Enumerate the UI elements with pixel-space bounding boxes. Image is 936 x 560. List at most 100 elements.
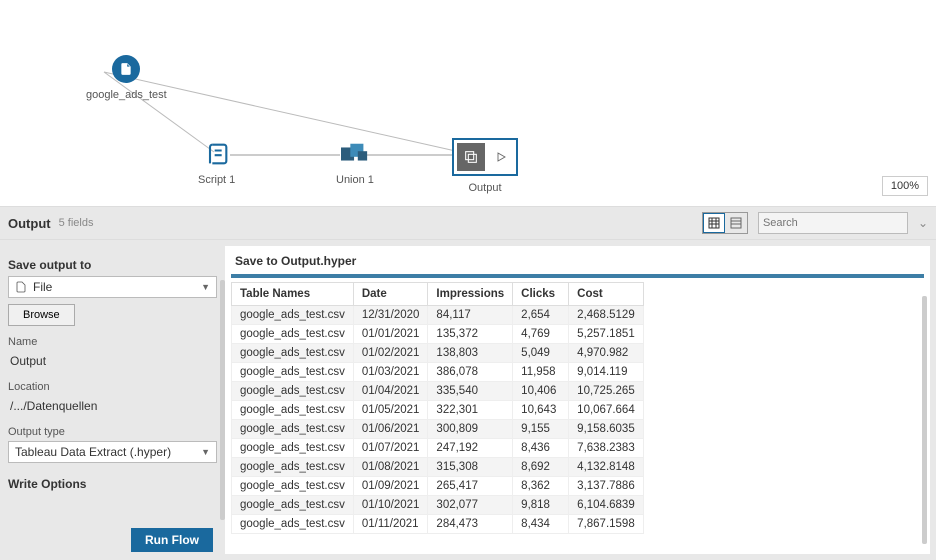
- output-settings-panel: Save output to File ▼ Browse Name Output…: [0, 240, 225, 560]
- flow-canvas[interactable]: google_ads_test Script 1 Union 1 Output …: [0, 0, 936, 206]
- table-cell: 9,158.6035: [569, 420, 644, 439]
- write-options-label: Write Options: [8, 477, 217, 491]
- table-cell: 8,434: [513, 515, 569, 534]
- node-label: Output: [468, 182, 501, 194]
- table-cell: 01/03/2021: [353, 363, 428, 382]
- table-row[interactable]: google_ads_test.csv01/09/2021265,4178,36…: [232, 477, 644, 496]
- table-row[interactable]: google_ads_test.csv01/08/2021315,3088,69…: [232, 458, 644, 477]
- output-preview-panel: Save to Output.hyper Table NamesDateImpr…: [225, 246, 930, 554]
- field-count: 5 fields: [59, 217, 94, 229]
- table-cell: 10,725.265: [569, 382, 644, 401]
- output-stack-icon: [457, 143, 485, 171]
- table-cell: 01/10/2021: [353, 496, 428, 515]
- table-cell: 10,067.664: [569, 401, 644, 420]
- table-row[interactable]: google_ads_test.csv01/10/2021302,0779,81…: [232, 496, 644, 515]
- union-icon: [341, 140, 369, 168]
- table-cell: 01/01/2021: [353, 325, 428, 344]
- output-toolbar: Output 5 fields ⌄: [0, 206, 936, 240]
- table-row[interactable]: google_ads_test.csv01/06/2021300,8099,15…: [232, 420, 644, 439]
- table-cell: 8,692: [513, 458, 569, 477]
- table-cell: 9,014.119: [569, 363, 644, 382]
- table-cell: 84,117: [428, 306, 513, 325]
- table-cell: google_ads_test.csv: [232, 439, 354, 458]
- table-row[interactable]: google_ads_test.csv01/11/2021284,4738,43…: [232, 515, 644, 534]
- save-output-label: Save output to: [8, 258, 217, 272]
- name-label: Name: [8, 336, 217, 348]
- node-output[interactable]: Output: [452, 138, 518, 194]
- table-cell: 5,257.1851: [569, 325, 644, 344]
- location-value: /.../Datenquellen: [8, 396, 217, 416]
- table-cell: google_ads_test.csv: [232, 344, 354, 363]
- table-row[interactable]: google_ads_test.csv01/02/2021138,8035,04…: [232, 344, 644, 363]
- table-row[interactable]: google_ads_test.csv01/03/2021386,07811,9…: [232, 363, 644, 382]
- node-label: google_ads_test: [86, 89, 167, 101]
- table-cell: google_ads_test.csv: [232, 325, 354, 344]
- script-icon: [203, 140, 231, 168]
- table-cell: google_ads_test.csv: [232, 515, 354, 534]
- table-cell: 01/06/2021: [353, 420, 428, 439]
- table-cell: google_ads_test.csv: [232, 458, 354, 477]
- name-value: Output: [8, 351, 217, 371]
- table-cell: 10,643: [513, 401, 569, 420]
- table-cell: google_ads_test.csv: [232, 382, 354, 401]
- run-flow-button[interactable]: Run Flow: [131, 528, 213, 552]
- chevron-down-icon[interactable]: ⌄: [918, 216, 928, 230]
- column-header[interactable]: Table Names: [232, 283, 354, 306]
- table-cell: 322,301: [428, 401, 513, 420]
- search-box[interactable]: [758, 212, 908, 234]
- table-cell: 4,132.8148: [569, 458, 644, 477]
- file-icon: [15, 281, 27, 293]
- node-label: Union 1: [336, 174, 374, 186]
- column-header[interactable]: Date: [353, 283, 428, 306]
- search-input[interactable]: [763, 217, 905, 229]
- zoom-level[interactable]: 100%: [882, 176, 928, 196]
- node-union[interactable]: Union 1: [336, 140, 374, 186]
- table-cell: 11,958: [513, 363, 569, 382]
- column-header[interactable]: Impressions: [428, 283, 513, 306]
- output-type-dropdown[interactable]: Tableau Data Extract (.hyper) ▼: [8, 441, 217, 463]
- table-cell: 2,654: [513, 306, 569, 325]
- play-icon[interactable]: [489, 145, 513, 169]
- table-cell: 2,468.5129: [569, 306, 644, 325]
- table-cell: 9,818: [513, 496, 569, 515]
- table-cell: 6,104.6839: [569, 496, 644, 515]
- browse-button[interactable]: Browse: [8, 304, 75, 326]
- node-script[interactable]: Script 1: [198, 140, 235, 186]
- column-header[interactable]: Clicks: [513, 283, 569, 306]
- table-cell: 3,137.7886: [569, 477, 644, 496]
- view-toggle: [702, 212, 748, 234]
- table-cell: 302,077: [428, 496, 513, 515]
- location-label: Location: [8, 381, 217, 393]
- table-row[interactable]: google_ads_test.csv01/05/2021322,30110,6…: [232, 401, 644, 420]
- table-cell: 10,406: [513, 382, 569, 401]
- node-label: Script 1: [198, 174, 235, 186]
- table-cell: 7,867.1598: [569, 515, 644, 534]
- table-cell: 4,769: [513, 325, 569, 344]
- list-view-button[interactable]: [725, 213, 747, 233]
- table-cell: 5,049: [513, 344, 569, 363]
- grid-view-button[interactable]: [703, 213, 725, 233]
- file-icon: [112, 55, 140, 83]
- table-cell: 138,803: [428, 344, 513, 363]
- table-cell: 01/08/2021: [353, 458, 428, 477]
- table-row[interactable]: google_ads_test.csv01/01/2021135,3724,76…: [232, 325, 644, 344]
- table-cell: 01/07/2021: [353, 439, 428, 458]
- table-row[interactable]: google_ads_test.csv12/31/202084,1172,654…: [232, 306, 644, 325]
- table-cell: google_ads_test.csv: [232, 420, 354, 439]
- table-row[interactable]: google_ads_test.csv01/07/2021247,1928,43…: [232, 439, 644, 458]
- table-cell: google_ads_test.csv: [232, 401, 354, 420]
- table-cell: 9,155: [513, 420, 569, 439]
- data-table-wrap[interactable]: Table NamesDateImpressionsClicksCost goo…: [231, 282, 924, 554]
- table-row[interactable]: google_ads_test.csv01/04/2021335,54010,4…: [232, 382, 644, 401]
- node-source[interactable]: google_ads_test: [86, 55, 167, 101]
- table-cell: 01/04/2021: [353, 382, 428, 401]
- table-cell: 315,308: [428, 458, 513, 477]
- column-header[interactable]: Cost: [569, 283, 644, 306]
- scrollbar[interactable]: [922, 296, 927, 544]
- table-cell: google_ads_test.csv: [232, 363, 354, 382]
- table-cell: 386,078: [428, 363, 513, 382]
- table-cell: 01/02/2021: [353, 344, 428, 363]
- save-type-dropdown[interactable]: File ▼: [8, 276, 217, 298]
- table-cell: 12/31/2020: [353, 306, 428, 325]
- data-table: Table NamesDateImpressionsClicksCost goo…: [231, 282, 644, 534]
